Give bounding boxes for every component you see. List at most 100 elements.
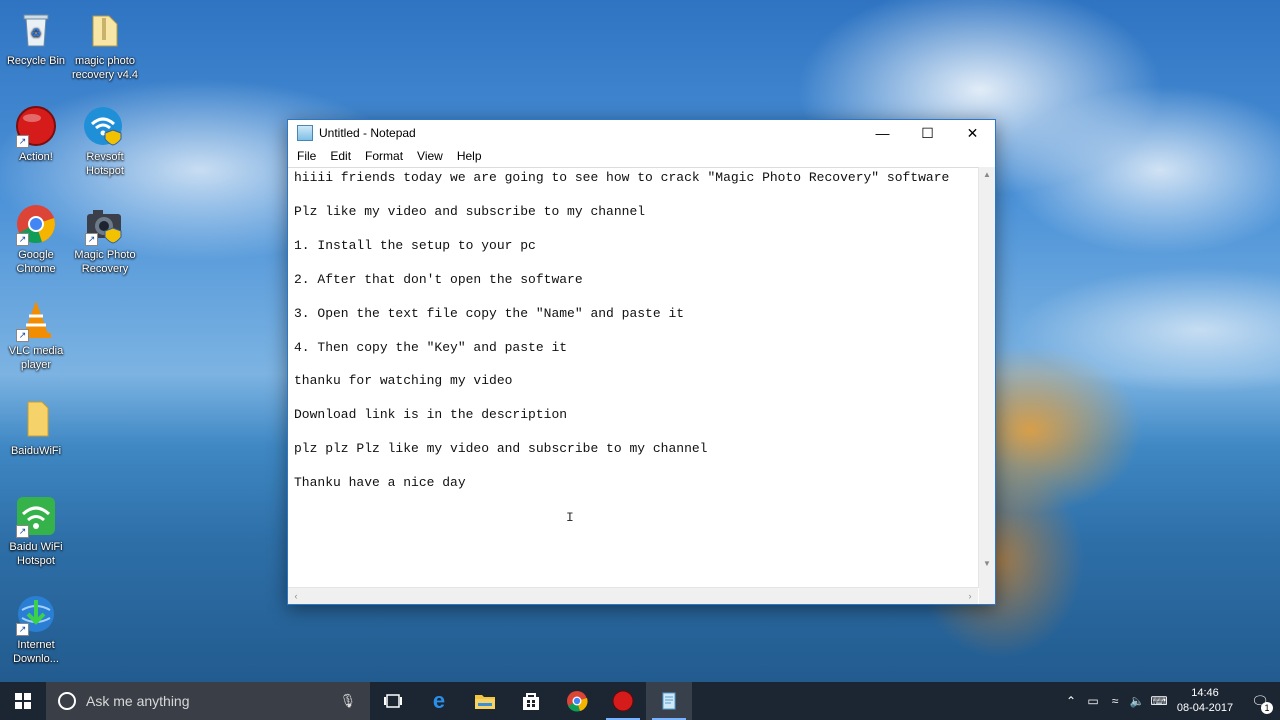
desktop-icon-recycle-bin[interactable]: ♻ Recycle Bin	[0, 8, 72, 68]
close-icon: ✕	[966, 124, 979, 141]
shortcut-arrow-icon: ↗	[16, 525, 29, 538]
notepad-window[interactable]: Untitled - Notepad — ☐ ✕ File Edit Forma…	[287, 119, 996, 605]
desktop-icon-revsoft-hotspot[interactable]: Revsoft Hotspot	[69, 104, 141, 178]
chevron-up-icon[interactable]: ⌃	[1060, 694, 1082, 708]
wifi-hotspot-icon	[83, 104, 127, 148]
scroll-left-icon[interactable]: ‹	[288, 588, 304, 604]
microphone-icon[interactable]: 🎙	[339, 693, 356, 709]
record-icon: ↗	[14, 104, 58, 148]
store-bag-icon	[523, 693, 539, 710]
keyboard-icon[interactable]: ⌨	[1148, 694, 1170, 708]
desktop-icon-magic-photo-recovery[interactable]: ↗ Magic Photo Recovery	[69, 202, 141, 276]
desktop-icon-google-chrome[interactable]: ↗ Google Chrome	[0, 202, 72, 276]
system-tray: ⌃ ▭ ≈ 🔈 ⌨ 14:46 08-04-2017 🗨 1	[1060, 682, 1280, 720]
clock[interactable]: 14:46 08-04-2017	[1170, 686, 1240, 716]
desktop-icon-label: VLC media player	[8, 345, 64, 371]
taskbar-file-explorer[interactable]	[462, 682, 508, 720]
volume-icon[interactable]: 🔈	[1126, 694, 1148, 708]
record-icon	[612, 690, 634, 712]
text-line: 4. Then copy the "Key" and paste it	[294, 340, 568, 355]
desktop-icon-action[interactable]: ↗ Action!	[0, 104, 72, 164]
action-center-button[interactable]: 🗨 1	[1240, 682, 1280, 720]
taskbar-edge[interactable]: e	[416, 682, 462, 720]
text-cursor-icon: I	[566, 510, 574, 525]
chrome-icon	[567, 691, 588, 712]
shortcut-arrow-icon: ↗	[85, 233, 98, 246]
taskbar-chrome[interactable]	[554, 682, 600, 720]
maximize-icon: ☐	[921, 124, 934, 141]
menu-format[interactable]: Format	[358, 149, 410, 163]
cortana-search-box[interactable]: Ask me anything 🎙	[46, 682, 370, 720]
text-line: hiiii friends today we are going to see …	[294, 170, 950, 185]
scroll-down-icon[interactable]: ▼	[979, 556, 995, 572]
svg-text:♻: ♻	[31, 26, 42, 40]
menu-view[interactable]: View	[410, 149, 450, 163]
start-button[interactable]	[0, 682, 46, 720]
desktop-icon-magic-photo-folder[interactable]: magic photo recovery v4.4	[69, 8, 141, 82]
wifi-icon: ↗	[14, 494, 58, 538]
battery-icon[interactable]: ▭	[1082, 694, 1104, 708]
notification-badge: 1	[1261, 702, 1273, 714]
task-view-button[interactable]	[370, 682, 416, 720]
maximize-button[interactable]: ☐	[905, 120, 950, 146]
close-button[interactable]: ✕	[950, 120, 995, 146]
title-bar[interactable]: Untitled - Notepad — ☐ ✕	[288, 120, 995, 146]
vertical-scrollbar[interactable]: ▲ ▼	[978, 167, 995, 588]
chrome-icon: ↗	[14, 202, 58, 246]
scroll-up-icon[interactable]: ▲	[979, 167, 995, 183]
minimize-button[interactable]: —	[860, 120, 905, 146]
shortcut-arrow-icon: ↗	[16, 135, 29, 148]
camera-icon: ↗	[83, 202, 127, 246]
taskbar-store[interactable]	[508, 682, 554, 720]
taskbar: Ask me anything 🎙 e ⌃ ▭ ≈ 🔈 ⌨ 14:46 08-0…	[0, 682, 1280, 720]
desktop-icon-label: BaiduWiFi	[10, 445, 62, 457]
resize-grip[interactable]	[979, 588, 995, 604]
taskbar-notepad[interactable]	[646, 682, 692, 720]
desktop-icon-internet-download-manager[interactable]: ↗ Internet Downlo...	[0, 592, 72, 666]
desktop-icon-label: Magic Photo Recovery	[74, 249, 136, 275]
download-globe-icon: ↗	[14, 592, 58, 636]
clock-time: 14:46	[1191, 687, 1219, 699]
desktop-icon-label: magic photo recovery v4.4	[71, 55, 139, 81]
text-line: Plz like my video and subscribe to my ch…	[294, 204, 646, 219]
desktop-icon-label: Baidu WiFi Hotspot	[9, 541, 63, 567]
shortcut-arrow-icon: ↗	[16, 623, 29, 636]
menu-file[interactable]: File	[290, 149, 323, 163]
desktop-icon-baidu-wifi-hotspot[interactable]: ↗ Baidu WiFi Hotspot	[0, 494, 72, 568]
text-line: thanku for watching my video	[294, 373, 513, 388]
text-line: 1. Install the setup to your pc	[294, 238, 536, 253]
folder-icon	[14, 398, 58, 442]
zip-folder-icon	[83, 8, 127, 52]
text-line: 2. After that don't open the software	[294, 272, 583, 287]
taskbar-action[interactable]	[600, 682, 646, 720]
edge-icon: e	[432, 688, 446, 713]
minimize-icon: —	[875, 125, 890, 141]
desktop-icon-vlc[interactable]: ↗ VLC media player	[0, 298, 72, 372]
menu-bar: File Edit Format View Help	[288, 146, 995, 166]
desktop-icon-label: Recycle Bin	[6, 55, 66, 67]
desktop-icon-label: Internet Downlo...	[13, 639, 59, 665]
vlc-cone-icon: ↗	[14, 298, 58, 342]
desktop-icon-label: Action!	[19, 151, 53, 163]
wifi-icon[interactable]: ≈	[1104, 694, 1126, 708]
notepad-icon	[662, 692, 676, 710]
notepad-icon	[297, 125, 313, 141]
shortcut-arrow-icon: ↗	[16, 233, 29, 246]
text-line: 3. Open the text file copy the "Name" an…	[294, 306, 685, 321]
shortcut-arrow-icon: ↗	[16, 329, 29, 342]
cortana-icon	[58, 692, 76, 710]
desktop-icon-baiduwifi[interactable]: BaiduWiFi	[0, 398, 72, 458]
scroll-right-icon[interactable]: ›	[962, 588, 978, 604]
text-editor-area[interactable]: hiiii friends today we are going to see …	[288, 167, 978, 589]
desktop-icon-label: Revsoft Hotspot	[86, 151, 124, 177]
horizontal-scrollbar[interactable]: ‹ ›	[288, 587, 978, 604]
task-view-icon	[384, 694, 402, 708]
windows-logo-icon	[15, 693, 31, 709]
folder-icon	[475, 695, 495, 709]
window-title: Untitled - Notepad	[319, 126, 416, 140]
menu-edit[interactable]: Edit	[323, 149, 358, 163]
search-placeholder: Ask me anything	[86, 693, 190, 709]
menu-help[interactable]: Help	[450, 149, 489, 163]
text-line: Download link is in the description	[294, 407, 568, 422]
desktop-icon-label: Google Chrome	[16, 249, 56, 275]
